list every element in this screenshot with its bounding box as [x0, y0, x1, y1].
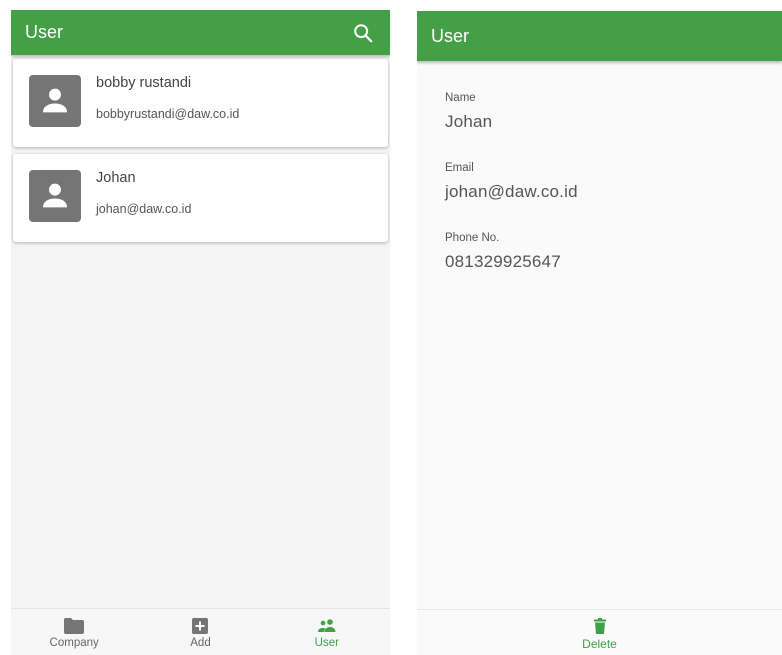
user-name: Johan: [96, 170, 136, 186]
user-list: bobby rustandi bobbyrustandi@daw.co.id J…: [11, 55, 390, 242]
nav-item-company[interactable]: Company: [11, 609, 137, 655]
list-item[interactable]: bobby rustandi bobbyrustandi@daw.co.id: [13, 59, 388, 147]
nav-label: User: [314, 637, 339, 649]
search-button[interactable]: [350, 20, 376, 46]
user-name: bobby rustandi: [96, 75, 192, 91]
app-bar: User: [417, 11, 782, 61]
nav-label: Company: [49, 637, 99, 649]
user-detail: Name Johan Email johan@daw.co.id Phone N…: [417, 92, 782, 272]
person-icon: [42, 88, 68, 113]
trash-icon: [593, 618, 606, 634]
search-icon: [354, 23, 373, 42]
person-icon: [42, 183, 68, 208]
bottom-action-bar: Delete: [417, 609, 782, 655]
avatar: [29, 170, 81, 222]
field-label: Email: [445, 162, 474, 174]
add-box-icon: [192, 618, 209, 634]
nav-item-user[interactable]: User: [264, 609, 390, 655]
folder-icon: [64, 618, 85, 634]
people-icon: [317, 619, 336, 632]
email-field: Email johan@daw.co.id: [445, 162, 754, 202]
field-value: 081329925647: [445, 252, 561, 271]
page-title: User: [25, 22, 64, 42]
field-label: Phone No.: [445, 232, 500, 244]
nav-label: Add: [190, 637, 211, 649]
phone-field: Phone No. 081329925647: [445, 232, 754, 272]
user-list-screen: User bobby rustandi bobbyrustandi@daw.co…: [11, 10, 390, 655]
nav-item-add[interactable]: Add: [137, 609, 263, 655]
user-email: johan@daw.co.id: [96, 202, 192, 216]
field-value: johan@daw.co.id: [445, 182, 578, 201]
delete-button[interactable]: Delete: [582, 610, 617, 655]
app-bar: User: [11, 10, 390, 55]
avatar: [29, 75, 81, 127]
user-detail-screen: User Name Johan Email johan@daw.co.id Ph…: [417, 11, 782, 655]
user-email: bobbyrustandi@daw.co.id: [96, 107, 240, 121]
bottom-navigation: Company Add User: [11, 608, 390, 655]
list-item[interactable]: Johan johan@daw.co.id: [13, 154, 388, 242]
page-title: User: [431, 25, 470, 46]
name-field: Name Johan: [445, 92, 754, 132]
delete-label: Delete: [582, 637, 617, 651]
field-label: Name: [445, 92, 476, 104]
field-value: Johan: [445, 112, 493, 131]
